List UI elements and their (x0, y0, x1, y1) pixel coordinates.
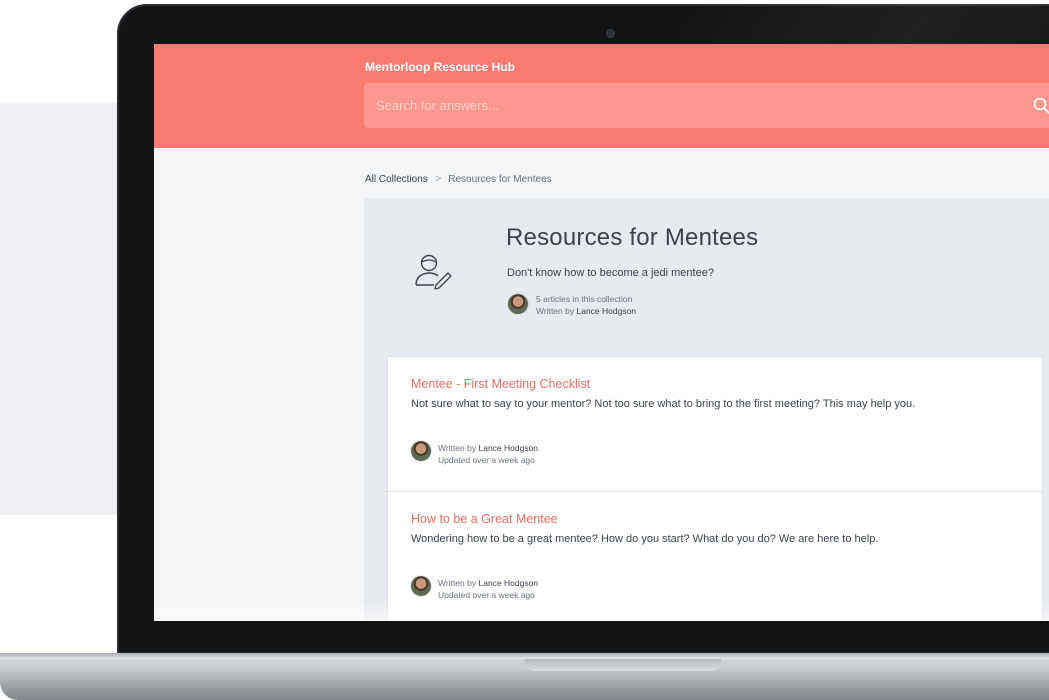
author-name: Lance Hodgson (478, 443, 539, 453)
article-summary: Wondering how to be a great mentee? How … (411, 533, 879, 545)
bezel-glare (665, 4, 1049, 44)
screen-bottom-fade (154, 601, 1049, 621)
search-bar[interactable] (364, 83, 1049, 128)
hub-title[interactable]: Mentorloop Resource Hub (365, 60, 515, 74)
breadcrumb-current: Resources for Mentees (448, 173, 552, 185)
laptop-opening-notch (525, 659, 721, 671)
article-count: 5 articles in this collection (536, 294, 633, 304)
written-by-prefix: Written by (438, 578, 477, 588)
article-list: Mentee - First Meeting Checklist Not sur… (388, 357, 1042, 621)
breadcrumb-separator: > (434, 173, 442, 185)
article-updated: Updated over a week ago (438, 455, 535, 465)
collection-title: Resources for Mentees (506, 224, 759, 251)
breadcrumb-all-collections[interactable]: All Collections (365, 174, 428, 185)
article-title[interactable]: Mentee - First Meeting Checklist (411, 377, 590, 391)
article-card[interactable]: Mentee - First Meeting Checklist Not sur… (388, 357, 1042, 491)
article-author-line: Written by Lance Hodgson (438, 578, 538, 588)
author-avatar (411, 441, 431, 461)
collection-author-line: Written by Lance Hodgson (536, 306, 636, 316)
article-summary: Not sure what to say to your mentor? Not… (411, 398, 916, 410)
hub-header: Mentorloop Resource Hub (154, 44, 1049, 148)
camera-icon (607, 30, 614, 37)
author-name: Lance Hodgson (478, 578, 539, 588)
collection-description: Don't know how to become a jedi mentee? (507, 267, 714, 279)
written-by-prefix: Written by (438, 443, 477, 453)
author-avatar (508, 294, 528, 314)
written-by-prefix: Written by (536, 306, 575, 316)
article-updated: Updated over a week ago (438, 590, 535, 600)
author-name: Lance Hodgson (576, 306, 637, 316)
mentee-edit-icon (415, 254, 452, 290)
search-input[interactable] (364, 83, 1024, 128)
author-avatar (411, 576, 431, 596)
breadcrumb: All Collections > Resources for Mentees (365, 173, 552, 185)
article-title[interactable]: How to be a Great Mentee (411, 512, 558, 526)
screen: Mentorloop Resource Hub All Collections … (154, 44, 1049, 621)
search-icon[interactable] (1032, 96, 1049, 116)
article-author-line: Written by Lance Hodgson (438, 443, 538, 453)
